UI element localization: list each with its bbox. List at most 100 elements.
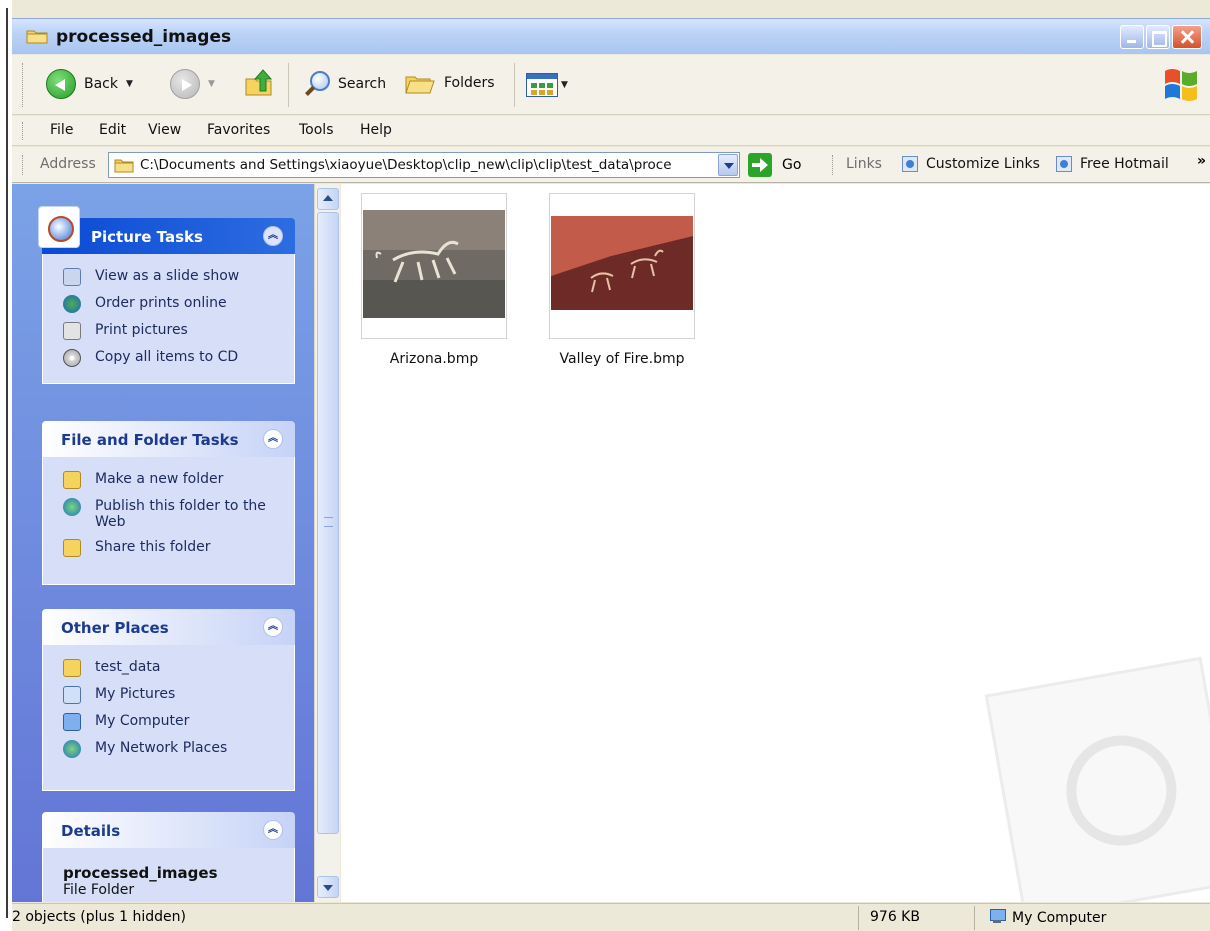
back-button[interactable]: Back ▼ (46, 69, 133, 99)
task-label: Share this folder (95, 539, 211, 555)
place-my-network[interactable]: My Network Places (43, 736, 294, 763)
order-prints-icon (63, 295, 81, 313)
title-bar[interactable]: processed_images (12, 18, 1210, 54)
menubar-grip[interactable] (22, 122, 25, 140)
task-pane-scrollbar[interactable] (314, 184, 340, 902)
views-dropdown-icon[interactable]: ▼ (561, 80, 568, 90)
menu-help[interactable]: Help (360, 122, 392, 138)
menu-favorites[interactable]: Favorites (207, 122, 270, 138)
address-value[interactable]: C:\Documents and Settings\xiaoyue\Deskto… (140, 157, 712, 173)
place-my-computer[interactable]: My Computer (43, 709, 294, 736)
picture-tasks-icon (38, 206, 80, 248)
go-button[interactable]: Go (748, 153, 801, 177)
views-button[interactable]: ▼ (526, 73, 568, 97)
go-label: Go (782, 157, 802, 173)
file-thumbnail[interactable] (361, 193, 507, 339)
explorer-window: processed_images Back ▼ ▼ Search Folders… (0, 0, 1210, 931)
details-body: processed_images File Folder (42, 848, 295, 902)
close-button[interactable] (1172, 25, 1202, 49)
panel-title: File and Folder Tasks (61, 431, 239, 449)
minimize-button[interactable] (1120, 25, 1144, 49)
menu-tools[interactable]: Tools (299, 122, 334, 138)
scroll-up-button[interactable] (317, 188, 339, 210)
toolbar-separator (288, 63, 289, 107)
task-new-folder[interactable]: Make a new folder (43, 467, 294, 494)
menu-bar: File Edit View Favorites Tools Help (12, 116, 1210, 146)
file-name[interactable]: Valley of Fire.bmp (537, 351, 707, 367)
picture-tasks-header[interactable]: Picture Tasks ︽ (38, 206, 295, 254)
scroll-down-button[interactable] (317, 876, 339, 898)
task-publish-web[interactable]: Publish this folder to the Web (43, 494, 283, 535)
link-customize-links[interactable]: Customize Links (902, 156, 1040, 172)
task-label: My Computer (95, 713, 190, 729)
file-view[interactable]: Arizona.bmp Valley of Fire.bmp (341, 184, 1210, 902)
place-test-data[interactable]: test_data (43, 655, 294, 682)
search-label: Search (338, 76, 387, 92)
addressbar-grip[interactable] (22, 155, 25, 175)
link-label: Customize Links (926, 156, 1040, 172)
link-label: Free Hotmail (1080, 156, 1169, 172)
forward-button[interactable]: ▼ (170, 69, 215, 99)
collapse-icon[interactable]: ︽ (263, 820, 283, 840)
petroglyph-thumbnail-image (363, 210, 505, 318)
back-dropdown-icon[interactable]: ▼ (126, 79, 133, 89)
address-field[interactable]: C:\Documents and Settings\xiaoyue\Deskto… (108, 152, 740, 178)
collapse-icon[interactable]: ︽ (263, 617, 283, 637)
toolbar-grip[interactable] (22, 63, 25, 107)
folder-up-icon (245, 69, 273, 96)
menu-view[interactable]: View (148, 122, 181, 138)
address-label: Address (40, 156, 96, 172)
details-header[interactable]: Details ︽ (42, 812, 295, 848)
petroglyph-thumbnail-image (551, 216, 693, 310)
maximize-button[interactable] (1146, 25, 1170, 49)
task-order-prints[interactable]: Order prints online (43, 291, 294, 318)
other-places-header[interactable]: Other Places ︽ (42, 609, 295, 645)
my-computer-icon (988, 909, 1006, 925)
status-location: My Computer (988, 909, 1106, 926)
task-print-pictures[interactable]: Print pictures (43, 318, 294, 345)
address-bar: Address C:\Documents and Settings\xiaoyu… (12, 147, 1210, 183)
task-label: Publish this folder to the Web (95, 498, 266, 530)
link-free-hotmail[interactable]: Free Hotmail (1056, 156, 1169, 172)
file-folder-tasks-header[interactable]: File and Folder Tasks ︽ (42, 421, 295, 457)
ie-page-icon (902, 156, 918, 172)
status-size: 976 KB (870, 909, 920, 925)
task-label: My Pictures (95, 686, 176, 702)
search-button[interactable]: Search (302, 69, 386, 99)
collapse-icon[interactable]: ︽ (263, 226, 283, 246)
scroll-thumb[interactable] (317, 212, 339, 834)
file-item[interactable]: Arizona.bmp (349, 193, 519, 367)
collapse-icon[interactable]: ︽ (263, 429, 283, 449)
task-label: Make a new folder (95, 471, 224, 487)
menu-file[interactable]: File (50, 122, 73, 138)
my-pictures-icon (63, 686, 81, 704)
new-folder-icon (63, 471, 81, 489)
folders-button[interactable]: Folders (404, 69, 495, 97)
task-label: View as a slide show (95, 268, 240, 284)
menu-edit[interactable]: Edit (99, 122, 126, 138)
links-grip[interactable] (832, 155, 835, 175)
panel-title: Details (61, 822, 121, 840)
file-item[interactable]: Valley of Fire.bmp (537, 193, 707, 367)
file-name[interactable]: Arizona.bmp (349, 351, 519, 367)
share-folder-icon (63, 539, 81, 557)
links-chevron-icon[interactable]: » (1197, 153, 1206, 169)
task-view-slideshow[interactable]: View as a slide show (43, 264, 294, 291)
task-label: Order prints online (95, 295, 227, 311)
place-my-pictures[interactable]: My Pictures (43, 682, 294, 709)
details-folder-name: processed_images (63, 864, 218, 882)
file-thumbnail[interactable] (549, 193, 695, 339)
task-label: Copy all items to CD (95, 349, 239, 365)
publish-web-icon (63, 498, 81, 516)
views-icon (526, 73, 558, 97)
task-share-folder[interactable]: Share this folder (43, 535, 294, 562)
picture-watermark (984, 656, 1210, 902)
task-copy-to-cd[interactable]: Copy all items to CD (43, 345, 294, 372)
forward-dropdown-icon[interactable]: ▼ (208, 79, 215, 89)
up-button[interactable] (244, 69, 274, 97)
details-panel: Details ︽ processed_images File Folder (42, 812, 295, 902)
status-location-label: My Computer (1012, 910, 1107, 926)
address-dropdown-button[interactable] (718, 154, 738, 176)
picture-tasks-body: View as a slide show Order prints online… (42, 254, 295, 384)
status-divider (974, 906, 975, 930)
